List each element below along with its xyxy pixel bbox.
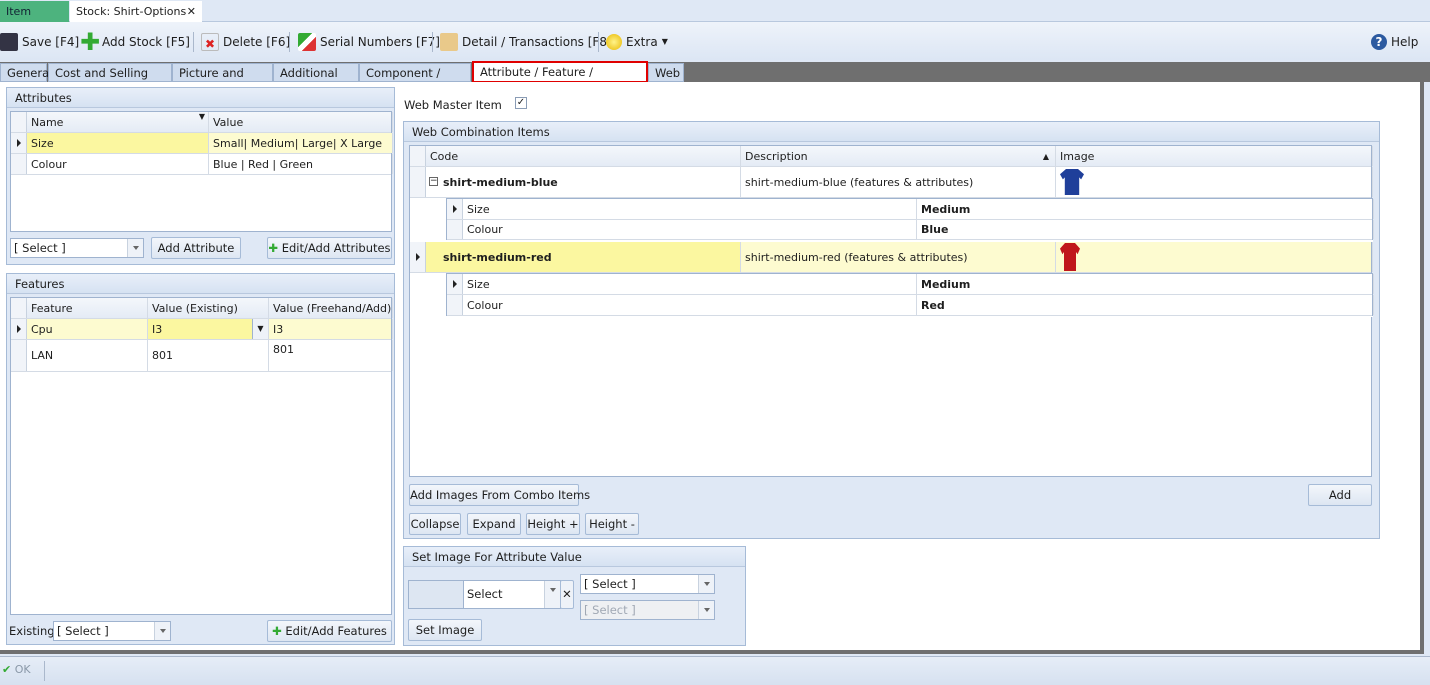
column-feature[interactable]: Feature xyxy=(27,298,148,318)
notebook-icon xyxy=(440,33,458,51)
attr-row[interactable]: Colour Blue xyxy=(447,220,1374,240)
label: Save [F4] xyxy=(22,35,80,49)
set-image-group: Set Image For Attribute Value Select ✕ [… xyxy=(403,546,746,646)
plus-icon: ✚ xyxy=(80,28,101,56)
add-images-from-combo-button[interactable]: Add Images From Combo Items xyxy=(409,484,590,506)
column-code[interactable]: Code xyxy=(426,146,741,166)
tab-cost-selling[interactable]: Cost and Selling Prices xyxy=(48,63,172,98)
attributes-grid: Name ▼ Value Size Small| Medium| Large| X L… xyxy=(10,111,393,232)
edit-add-attributes-button[interactable]: ✚ Edit/Add Attributes xyxy=(267,237,392,259)
clear-icon[interactable]: ✕ xyxy=(560,580,574,609)
tab-picture-memo[interactable]: Picture and Memo xyxy=(172,63,273,98)
web-combination-group: Web Combination Items Code Description ▲ Im… xyxy=(403,121,1380,539)
add-icon: ✚ xyxy=(272,624,282,638)
sort-asc-icon: ▲ xyxy=(1042,151,1049,161)
shirt-image xyxy=(1060,243,1080,271)
attribute-value-select[interactable]: Select xyxy=(463,580,561,609)
check-icon: ✔ xyxy=(2,663,12,676)
height-plus-button[interactable]: Height + xyxy=(526,513,580,535)
column-name[interactable]: Name ▼ xyxy=(27,112,209,132)
attr-row[interactable]: Colour Red xyxy=(447,295,1374,316)
add-icon: ✚ xyxy=(268,241,279,255)
attributes-group: Attributes Name ▼ Value Size Small| Medium|… xyxy=(6,87,395,265)
edit-add-features-button[interactable]: ✚ Edit/Add Features xyxy=(267,620,392,642)
tab-label: Stock: Shirt-Options xyxy=(76,5,187,18)
status-bar: ✔ OK xyxy=(0,656,1430,685)
web-master-checkbox[interactable]: ✓ xyxy=(515,97,527,109)
label: Delete [F6] xyxy=(223,35,291,49)
tab-component-similar[interactable]: Component / Similar xyxy=(359,63,471,98)
attribute-select-1[interactable]: [ Select ] xyxy=(580,574,715,594)
label: Extra xyxy=(626,35,658,49)
attr-row[interactable]: Size Medium xyxy=(447,274,1374,295)
combo-row[interactable]: −shirt-medium-redshirt-medium-red (featu… xyxy=(410,242,1373,273)
group-title: Attributes xyxy=(7,88,394,108)
detail-transactions-button[interactable]: Detail / Transactions [F8] xyxy=(440,32,612,52)
table-row[interactable]: Colour Blue | Red | Green xyxy=(11,154,393,175)
delete-button[interactable]: ✖ Delete [F6] xyxy=(201,32,290,52)
combo-row[interactable]: − shirt-medium-blue shirt-medium-blue (fea… xyxy=(410,167,1373,198)
circle-icon xyxy=(606,34,622,50)
toolbar: Save [F4] ✚ Add Stock [F5] ✖ Delete [F6] S… xyxy=(0,22,1430,60)
help-button[interactable]: ? Help xyxy=(1371,32,1418,52)
label: Serial Numbers [F7] xyxy=(320,35,440,49)
column-image[interactable]: Image xyxy=(1056,146,1373,166)
doc-tab-item-lookup[interactable]: Item Lookup xyxy=(0,1,69,39)
add-button[interactable]: Add xyxy=(1308,484,1372,506)
column-value[interactable]: Value xyxy=(209,112,393,132)
tab-web[interactable]: Web xyxy=(648,63,684,82)
group-title: Set Image For Attribute Value xyxy=(404,547,745,567)
tab-additional-info[interactable]: Additional Info xyxy=(273,63,359,98)
expand-button[interactable]: Expand xyxy=(467,513,521,535)
column-existing[interactable]: Value (Existing) xyxy=(148,298,269,318)
close-icon[interactable]: ✕ xyxy=(187,1,196,22)
page-tabs: General Cost and Selling Prices Picture … xyxy=(0,61,1430,98)
add-attribute-button[interactable]: Add Attribute xyxy=(151,237,241,259)
ok-button[interactable]: ✔ OK xyxy=(2,663,31,676)
delete-icon: ✖ xyxy=(201,33,219,51)
label: Help xyxy=(1391,35,1419,49)
attribute-select-2: [ Select ] xyxy=(580,600,715,620)
extra-menu[interactable]: Extra ▼ xyxy=(606,32,668,52)
features-grid: Feature Value (Existing) Value (Freehand/A… xyxy=(10,297,393,615)
column-freehand[interactable]: Value (Freehand/Add) xyxy=(269,298,393,318)
height-minus-button[interactable]: Height - xyxy=(585,513,639,535)
label: Add Stock [F5] xyxy=(102,35,190,49)
existing-label: Existing xyxy=(9,624,55,638)
column-description[interactable]: Description ▲ xyxy=(741,146,1056,166)
shirt-image xyxy=(1060,169,1084,195)
group-title: Features xyxy=(7,274,394,294)
label: Detail / Transactions [F8] xyxy=(462,35,612,49)
existing-feature-select[interactable]: [ Select ] xyxy=(53,621,171,641)
existing-value-editor[interactable]: I3 ▼ xyxy=(148,319,269,339)
tab-general[interactable]: General xyxy=(0,63,52,82)
attr-row[interactable]: Size Medium xyxy=(447,199,1374,220)
features-group: Features Feature Value (Existing) Value (F… xyxy=(6,273,395,645)
collapse-button[interactable]: Collapse xyxy=(409,513,461,535)
set-image-button[interactable]: Set Image xyxy=(408,619,482,641)
table-row[interactable]: Size Small| Medium| Large| X Large xyxy=(11,133,393,154)
group-title: Web Combination Items xyxy=(404,122,1379,142)
attribute-select[interactable]: [ Select ] xyxy=(10,238,144,258)
table-row[interactable]: LAN 801 801 xyxy=(11,340,393,372)
chevron-down-icon: ▼ xyxy=(661,37,668,46)
serial-icon xyxy=(298,33,316,51)
table-row[interactable]: Cpu I3 ▼ I3 xyxy=(11,319,393,340)
combination-grid: Code Description ▲ Image − shirt-medium-blue… xyxy=(409,145,1374,477)
serial-numbers-button[interactable]: Serial Numbers [F7] xyxy=(298,32,440,52)
tab-attribute-feature-combination[interactable]: Attribute / Feature / Combination xyxy=(472,61,648,97)
add-stock-button[interactable]: ✚ Add Stock [F5] xyxy=(80,28,190,56)
save-button[interactable]: Save [F4] xyxy=(0,32,79,52)
web-master-label: Web Master Item xyxy=(404,98,502,112)
filter-icon[interactable]: ▼ xyxy=(199,112,205,121)
tab-content: Attributes Name ▼ Value Size Small| Medium|… xyxy=(0,82,1420,650)
help-icon: ? xyxy=(1371,34,1387,50)
doc-tab-stock[interactable]: Stock: Shirt-Options ✕ xyxy=(70,1,202,22)
save-icon xyxy=(0,33,18,51)
image-preview xyxy=(408,580,464,609)
document-tabs: Item Lookup Stock: Shirt-Options✕ xyxy=(0,0,1430,39)
